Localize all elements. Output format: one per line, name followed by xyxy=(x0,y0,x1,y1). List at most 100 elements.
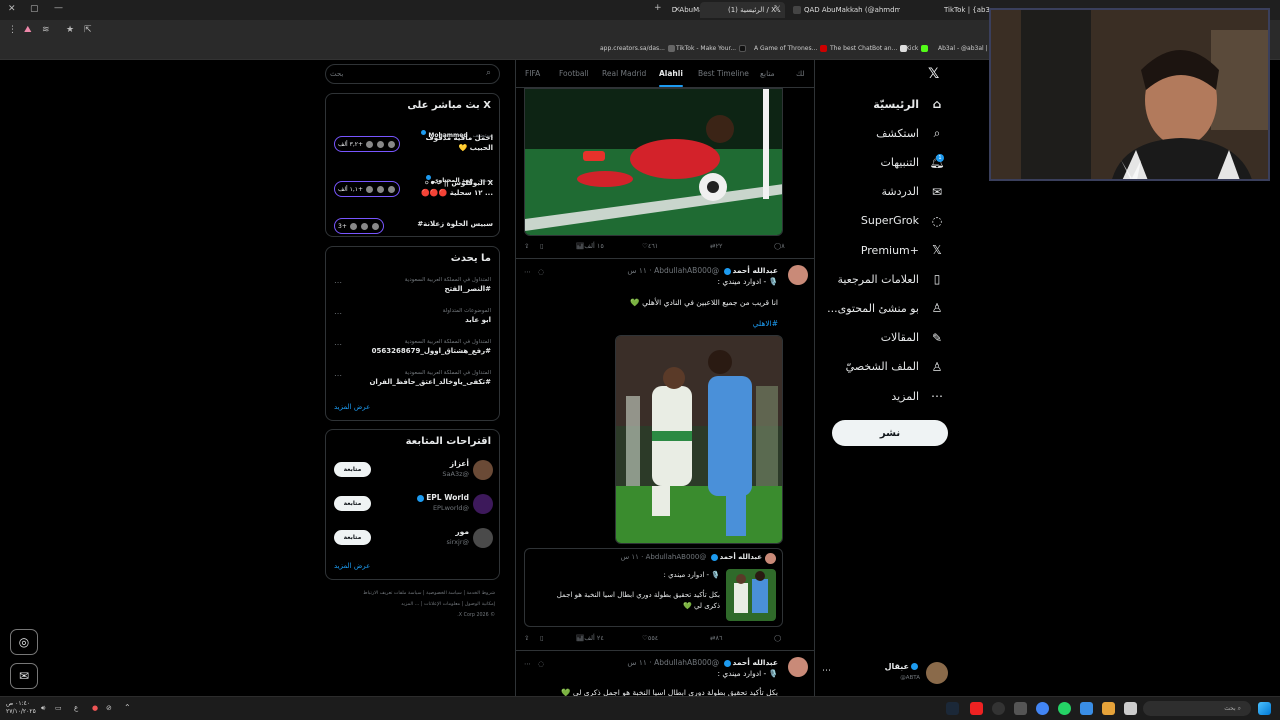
grok-icon[interactable]: ◌ xyxy=(538,660,544,668)
quoted-tweet[interactable]: عبدالله أحمد @AbdullahAB000 · ١١ س 🎙️ - … xyxy=(524,548,783,627)
likes-count[interactable]: ♡ ٥٥٤ xyxy=(642,634,658,642)
bookmark[interactable]: TikTok - Make Your... xyxy=(676,45,747,52)
language-indicator[interactable]: ع xyxy=(74,704,78,712)
live-space-item[interactable]: يستضيف Mohammed احمل مافيه مدفوف الحبيب 💛 ٣… xyxy=(326,122,501,162)
replies-count[interactable]: ◯ xyxy=(774,634,781,642)
mic-icon[interactable]: ● xyxy=(92,704,98,712)
trend-item[interactable]: الموضوعات المتداولة ابو عابد xyxy=(443,308,491,324)
avatar[interactable] xyxy=(788,265,808,285)
app-icon[interactable] xyxy=(1124,702,1137,715)
bookmark[interactable]: app.creators.sa/das... xyxy=(600,45,675,52)
grok-icon[interactable]: ◌ xyxy=(538,268,544,276)
restore-window-icon[interactable]: ▢ xyxy=(30,4,39,14)
follow-button[interactable]: متابعة xyxy=(334,530,371,545)
tweet-image[interactable] xyxy=(615,335,783,544)
timeline[interactable]: لك متابع Best Timeline Alahli Real Madri… xyxy=(515,60,815,696)
nav-item[interactable]: ✎ المقالات xyxy=(825,324,945,352)
show-more-link[interactable]: عرض المزيد xyxy=(334,562,370,570)
trend-item[interactable]: المتداول في المملكة العربية السعودية #الن… xyxy=(405,277,491,293)
x-logo-icon[interactable]: 𝕏 xyxy=(928,66,939,82)
bookmark[interactable]: The best ChatBot an... xyxy=(830,45,908,52)
chrome-icon[interactable] xyxy=(1036,702,1049,715)
trend-item[interactable]: المتداول في المملكة العربية السعودية #تكف… xyxy=(369,370,491,386)
bookmark-icon[interactable]: ▯ xyxy=(540,634,544,642)
star-icon[interactable]: ★ xyxy=(66,25,74,35)
whatsapp-icon[interactable] xyxy=(1058,702,1071,715)
network-icon[interactable]: ▭ xyxy=(55,704,62,712)
tray-icon[interactable]: ⊘ xyxy=(106,704,112,712)
tab-football[interactable]: Football xyxy=(559,69,589,78)
obs-icon[interactable] xyxy=(992,702,1005,715)
nav-item[interactable]: ▯ العلامات المرجعية xyxy=(825,265,945,293)
show-more-link[interactable]: عرض المزيد xyxy=(334,403,370,411)
share-icon[interactable]: ⇪ xyxy=(524,242,529,250)
nav-item[interactable]: ♙ ...بو منشئ المحتوى xyxy=(825,294,945,322)
more-icon[interactable]: ⋯ xyxy=(524,268,531,276)
tab-qad[interactable]: QAD AbuMakkah (@ahmdmu... xyxy=(790,2,900,18)
extension-icon[interactable]: ≋ xyxy=(42,25,50,35)
follow-suggestion[interactable]: أعزاز @SaA3z متابعة xyxy=(326,458,501,488)
follow-suggestion[interactable]: EPL World @EPLworld متابعة xyxy=(326,492,501,522)
close-window-icon[interactable]: ✕ xyxy=(8,4,16,14)
steam-icon[interactable] xyxy=(946,702,959,715)
app-icon[interactable] xyxy=(1080,702,1093,715)
footer-link[interactable]: ... المزيد xyxy=(401,602,419,607)
more-icon[interactable]: ⋯ xyxy=(822,666,831,676)
tweet-image[interactable] xyxy=(524,88,783,236)
share-icon[interactable]: ⇪ xyxy=(524,634,529,642)
footer-link[interactable]: إمكانية الوصول xyxy=(465,602,495,607)
nav-item[interactable]: 𝕏 Premium+ xyxy=(825,236,945,264)
messages-float-button[interactable]: ✉ xyxy=(10,663,38,689)
trend-item[interactable]: المتداول في المملكة العربية السعودية #رفع… xyxy=(372,339,491,355)
follow-button[interactable]: متابعة xyxy=(334,496,371,511)
follow-suggestion[interactable]: مور @sirxjr متابعة xyxy=(326,526,501,556)
nav-item[interactable]: 🔔︎ التنبيهات xyxy=(825,148,945,176)
clock[interactable]: ٠١:٤٠ ص ٢٧/١٠/٢٠٢٥ xyxy=(6,700,36,716)
nav-item[interactable]: ⌕ استكشف xyxy=(825,119,945,147)
footer-link[interactable]: شروط الخدمة xyxy=(467,591,496,596)
footer-link[interactable]: معلومات الإعلانات xyxy=(424,602,460,607)
replies-count[interactable]: ◯ ٨ xyxy=(774,242,785,250)
live-space-item[interactable]: يتحدث فهد المحياوي X البوقنوس || ⚪⚫⚪... ١… xyxy=(326,167,501,207)
bookmark-icon[interactable]: ▯ xyxy=(540,242,544,250)
views-count[interactable]: 📊︎ ١٥ ألف xyxy=(576,242,604,250)
search-input[interactable]: ⌕ بحث xyxy=(325,64,500,84)
bookmark[interactable]: Ab3al - @ab3al | xyxy=(938,45,988,52)
more-icon[interactable]: ⋯ xyxy=(334,371,342,380)
new-tab-icon[interactable]: + xyxy=(654,3,662,13)
retweets-count[interactable]: ⇄ ٨٦ xyxy=(710,634,722,642)
avatar[interactable] xyxy=(788,657,808,677)
chevron-up-icon[interactable]: ⌃ xyxy=(124,703,131,712)
nav-item[interactable]: ✉ الدردشة xyxy=(825,178,945,206)
retweets-count[interactable]: ⇄ ٢٢ xyxy=(710,242,722,250)
file-explorer-icon[interactable] xyxy=(1102,702,1115,715)
share-icon[interactable]: ⇱ xyxy=(84,25,92,35)
account-switcher[interactable]: عبقال @ABTA ⋯ xyxy=(822,658,948,690)
more-icon[interactable]: ⋯ xyxy=(334,340,342,349)
nav-item[interactable]: ⌂ الرئيسيّة xyxy=(825,90,945,118)
tab-alahli[interactable]: Alahli xyxy=(659,69,683,87)
tab-tiktok[interactable]: TikTok | {ab3al... xyxy=(930,2,990,18)
post-button[interactable]: نشر xyxy=(832,420,948,446)
nav-item[interactable]: ♙ الملف الشخصيّ xyxy=(825,353,945,381)
extension-icon[interactable]: ⛰ xyxy=(24,25,32,35)
minimize-window-icon[interactable]: — xyxy=(54,3,63,13)
hashtag-link[interactable]: #الاهلي xyxy=(753,319,778,328)
follow-button[interactable]: متابعة xyxy=(334,462,371,477)
windows-start-icon[interactable] xyxy=(1258,702,1271,715)
nav-item[interactable]: ⋯ المزيد xyxy=(825,382,945,410)
tab-best-timeline[interactable]: Best Timeline xyxy=(698,69,749,78)
grok-float-button[interactable]: ◎ xyxy=(10,629,38,655)
tab-real-madrid[interactable]: Real Madrid xyxy=(602,69,646,78)
taskbar-search[interactable]: بحث ⌕ xyxy=(1143,701,1251,716)
views-count[interactable]: 📊︎ ٢٤ ألف xyxy=(576,634,604,642)
tab-fifa[interactable]: FIFA xyxy=(525,69,540,78)
live-listeners-pill[interactable]: 3+ xyxy=(334,218,384,234)
more-icon[interactable]: ⋯ xyxy=(334,309,342,318)
more-icon[interactable]: ⋯ xyxy=(524,660,531,668)
likes-count[interactable]: ♡ ٤٦١ xyxy=(642,242,658,250)
bookmark[interactable]: Kick xyxy=(906,45,929,52)
app-icon[interactable] xyxy=(1014,702,1027,715)
footer-link[interactable]: سياسة ملفات تعريف الارتباط xyxy=(363,591,421,596)
bookmark[interactable]: A Game of Thrones... xyxy=(754,45,828,52)
